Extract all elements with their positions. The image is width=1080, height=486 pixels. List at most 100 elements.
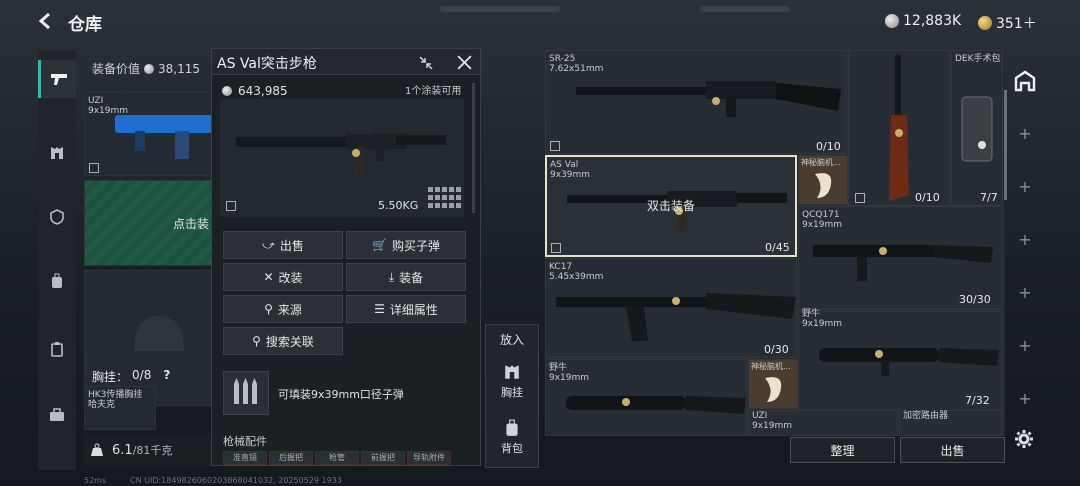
kc17-weapon-image — [556, 293, 796, 341]
source-button[interactable]: ⚲ 来源 — [223, 295, 343, 323]
put-into-panel: 放入 胸挂 背包 — [485, 324, 539, 468]
container-sidebar: + + + + + + — [1008, 50, 1042, 440]
bison-weapon-image — [566, 396, 746, 414]
add-container-icon[interactable]: + — [1016, 231, 1034, 249]
details-button[interactable]: ☰ 详细属性 — [346, 295, 466, 323]
modify-button[interactable]: ✕ 改装 — [223, 263, 343, 291]
put-backpack-button[interactable]: 背包 — [490, 413, 534, 463]
sell-label: 出售 — [940, 443, 965, 458]
grid-item-dek[interactable]: DEK手术包 7/7 — [951, 50, 1003, 206]
weight-max: /81千克 — [132, 444, 173, 457]
equip-value-label: 装备价值 — [92, 62, 141, 76]
item-name: 野牛 — [549, 363, 568, 373]
backpack-category-icon[interactable] — [38, 262, 76, 300]
item-name: HK3传播胸挂 — [88, 390, 143, 400]
close-icon[interactable] — [456, 54, 473, 71]
gold-amount: 351＋ — [996, 16, 1037, 32]
popup-title: AS Val突击步枪 — [217, 56, 317, 72]
as-val-weapon-image — [236, 127, 446, 175]
chest-rig-count: 0/8 — [132, 368, 152, 382]
ammo-compat-text: 可填装9x39mm口径子弹 — [278, 388, 404, 401]
storage-house-icon[interactable] — [1014, 70, 1036, 92]
grid-item-bison-1[interactable]: 野牛 9x19mm 7/32 — [798, 309, 1003, 411]
grid-item-kc17[interactable]: KC17 5.45x39mm 0/30 — [545, 258, 797, 358]
sell-button[interactable]: ⤻ 出售 — [223, 231, 343, 259]
popup-scrollbar[interactable] — [472, 83, 475, 213]
item-ammo-count: 0/45 — [765, 241, 790, 254]
bolt-rifle-image — [889, 55, 909, 201]
grid-item-mystery-chip[interactable]: 神秘脑机... — [798, 155, 848, 205]
equip-value: 装备价值 38,115 — [92, 60, 200, 77]
ceiling-light — [700, 6, 790, 12]
grid-scrollbar[interactable] — [1004, 90, 1007, 200]
item-name: 神秘脑机... — [751, 362, 791, 371]
category-sidebar — [38, 50, 76, 470]
sell-label: 出售 — [279, 238, 304, 253]
accessory-tab[interactable]: 导轨附件 — [407, 451, 451, 465]
search-related-button[interactable]: ⚲ 搜索关联 — [223, 327, 343, 355]
weapon-preview: 5.50KG — [220, 99, 464, 217]
grid-item-uzi[interactable]: UZI 9x19mm — [748, 410, 898, 436]
sell-all-button[interactable]: 出售 — [900, 437, 1005, 463]
item-name: SR-25 — [549, 54, 576, 64]
add-container-icon[interactable]: + — [1016, 337, 1034, 355]
supplies-category-icon[interactable] — [38, 396, 76, 434]
accessory-tab[interactable]: 准直镜 — [223, 451, 267, 465]
item-subtitle: 哈夫克 — [88, 400, 116, 410]
back-arrow-icon[interactable] — [36, 11, 56, 31]
item-weight: 5.50KG — [378, 199, 419, 212]
equip-button[interactable]: ⤓ 装备 — [346, 263, 466, 291]
grid-item-mystery-chip[interactable]: 神秘脑机... — [748, 359, 798, 409]
help-icon[interactable]: ? — [163, 368, 170, 385]
grid-item-bison-2[interactable]: 野牛 9x19mm — [545, 359, 747, 436]
silver-coin-icon — [885, 14, 899, 28]
equipment-panel: 装备价值 38,115 UZI 9x19mm 点击装 胸挂： 0/8 ? HK3… — [84, 50, 215, 470]
item-count: 7/7 — [980, 191, 998, 204]
grid-item-rifle[interactable]: 0/10 — [848, 50, 950, 206]
item-size-grid-icon — [428, 187, 461, 208]
equip-value-amount: 38,115 — [158, 61, 201, 76]
buy-ammo-button[interactable]: 🛒 购买子弹 — [346, 231, 466, 259]
chest-rig-label: 胸挂： — [92, 370, 129, 384]
add-container-icon[interactable]: + — [1016, 390, 1034, 408]
put-chest-rig-button[interactable]: 胸挂 — [490, 353, 534, 403]
gold-currency[interactable]: 351＋ — [978, 13, 1037, 33]
item-name: 加密路由器 — [903, 411, 949, 421]
list-icon: ☰ — [374, 302, 385, 316]
collapse-icon[interactable] — [418, 55, 434, 71]
item-price: 643,985 — [222, 84, 288, 98]
ammo-icon — [234, 378, 257, 404]
add-container-icon[interactable]: + — [1016, 178, 1034, 196]
put-backpack-label: 背包 — [501, 442, 523, 455]
grid-item-qcq171[interactable]: QCQ171 9x19mm 30/30 — [798, 206, 1003, 310]
wrench-icon: ✕ — [263, 270, 274, 284]
grid-item-router[interactable]: 加密路由器 — [899, 410, 1003, 436]
paint-available[interactable]: 1个涂装可用 — [405, 82, 461, 97]
double-click-equip-hint: 双击装备 — [647, 199, 696, 213]
put-chest-label: 胸挂 — [501, 386, 523, 399]
add-container-icon[interactable]: + — [1016, 284, 1034, 302]
put-into-title: 放入 — [499, 333, 524, 347]
chest-rig-slot[interactable]: HK3传播胸挂 哈夫克 — [84, 386, 156, 430]
secondary-weapon-slot[interactable]: 点击装 — [84, 180, 212, 266]
ammo-icon-box — [223, 371, 269, 415]
ammo-category-icon[interactable] — [38, 330, 76, 368]
search-icon: ⚲ — [264, 302, 273, 316]
grid-item-sr25[interactable]: SR-25 7.62x51mm 0/10 — [545, 50, 847, 154]
weapon-category-pistol-icon[interactable] — [38, 60, 76, 98]
accessory-tab[interactable]: 后握把 — [269, 451, 313, 465]
item-name: 神秘脑机... — [801, 158, 841, 167]
armor-category-icon[interactable] — [38, 198, 76, 236]
grid-item-asval[interactable]: AS Val 9x39mm 双击装备 0/45 — [545, 155, 797, 257]
backpack-icon — [506, 419, 518, 436]
item-name: UZI — [752, 411, 768, 421]
sort-button[interactable]: 整理 — [790, 437, 895, 463]
brain-chip-image — [815, 173, 832, 198]
accessory-tab[interactable]: 枪管 — [315, 451, 359, 465]
accessory-tab[interactable]: 前握把 — [361, 451, 405, 465]
primary-weapon-slot[interactable]: UZI 9x19mm — [84, 92, 215, 176]
vest-category-icon[interactable] — [38, 134, 76, 172]
add-container-icon[interactable]: + — [1016, 125, 1034, 143]
settings-gear-icon[interactable] — [1014, 429, 1034, 449]
storage-grid: SR-25 7.62x51mm 0/10 0/10 DEK手术包 7/7 AS … — [545, 50, 1005, 436]
